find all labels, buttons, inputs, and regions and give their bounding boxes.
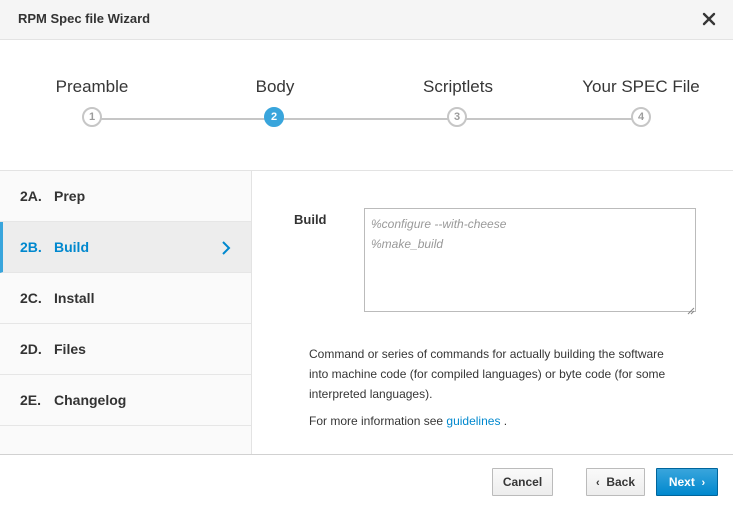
step-content: Build Command or series of commands for … (252, 170, 733, 454)
more-info-prefix: For more information see (309, 414, 444, 428)
sidebar-item-label: Install (54, 290, 95, 306)
step-number: 2 (264, 107, 284, 127)
step-label: Scriptlets (423, 77, 493, 96)
step-label: Preamble (55, 77, 129, 96)
cancel-button[interactable]: Cancel (492, 468, 553, 496)
wizard-steps: Preamble 1 Body 2 Scriptlets 3 Your SPEC… (0, 40, 733, 170)
build-textarea[interactable] (364, 208, 696, 312)
close-icon[interactable] (699, 9, 719, 29)
build-help-text: Command or series of commands for actual… (309, 347, 666, 401)
sidebar-item-label: Build (54, 239, 89, 255)
title-bar: RPM Spec file Wizard (0, 0, 733, 40)
sidebar-item-build[interactable]: 2B. Build (0, 222, 251, 273)
next-button-label: Next (668, 475, 695, 489)
back-button[interactable]: ‹ Back (586, 468, 645, 496)
sidebar-item-number: 2B. (20, 239, 42, 255)
next-button[interactable]: Next › (656, 468, 718, 496)
step-label: Your SPEC File (582, 77, 700, 96)
sidebar-item-label: Files (54, 341, 86, 357)
sidebar-item-number: 2D. (20, 341, 42, 357)
sidebar-item-label: Prep (54, 188, 86, 204)
more-info-text: For more information see guidelines . (309, 414, 507, 428)
chevron-left-icon: ‹ (595, 477, 600, 489)
sidebar-item-number: 2E. (20, 392, 42, 408)
cancel-button-label: Cancel (502, 475, 543, 489)
step-number: 4 (631, 107, 651, 127)
build-field-label: Build (294, 212, 327, 227)
sub-step-sidebar: 2A. Prep 2B. Build 2C. Install 2D. Files… (0, 170, 252, 454)
step-number: 3 (447, 107, 467, 127)
sidebar-item-number: 2A. (20, 188, 42, 204)
step-number: 1 (82, 107, 102, 127)
chevron-right-icon (221, 241, 231, 255)
more-info-suffix: . (503, 414, 508, 428)
sidebar-item-changelog[interactable]: 2E. Changelog (0, 375, 251, 426)
sidebar-item-files[interactable]: 2D. Files (0, 324, 251, 375)
chevron-right-icon: › (701, 477, 706, 489)
wizard-footer: Cancel ‹ Back Next › (0, 454, 733, 511)
back-button-label: Back (606, 475, 636, 489)
sidebar-item-number: 2C. (20, 290, 42, 306)
sidebar-item-install[interactable]: 2C. Install (0, 273, 251, 324)
sidebar-item-prep[interactable]: 2A. Prep (0, 171, 251, 222)
step-label: Body (255, 77, 295, 96)
sidebar-item-label: Changelog (54, 392, 127, 408)
window-title: RPM Spec file Wizard (18, 11, 151, 26)
steps-progress-line (92, 118, 641, 120)
guidelines-link[interactable]: guidelines (446, 414, 500, 428)
